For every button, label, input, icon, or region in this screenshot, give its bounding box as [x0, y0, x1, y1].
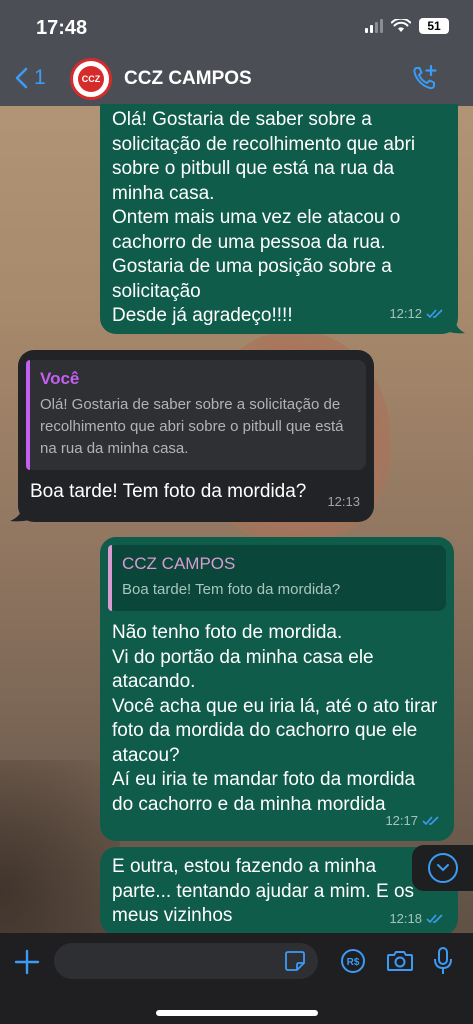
- home-indicator: [156, 1010, 318, 1016]
- chevron-down-icon: [427, 853, 458, 883]
- microphone-icon[interactable]: [432, 946, 454, 976]
- message-text: Gostaria de uma posição sobre a: [112, 256, 392, 277]
- read-ticks-icon: [426, 309, 443, 319]
- bubble-tail: [449, 318, 465, 334]
- message-text: solicitação: [112, 280, 201, 302]
- message-bubble-outgoing[interactable]: E outra, estou fazendo a minha parte... …: [100, 847, 458, 935]
- bubble-tail: [10, 506, 30, 522]
- message-meta: 12:12: [389, 302, 444, 327]
- camera-icon[interactable]: [386, 949, 414, 973]
- message-text: atacando.: [112, 671, 196, 692]
- message-text: E outra, estou fazendo a minha: [112, 856, 377, 877]
- battery-icon: 51: [419, 18, 449, 34]
- status-time: 17:48: [36, 17, 88, 39]
- contact-name[interactable]: CCZ CAMPOS: [124, 68, 252, 90]
- quote-text: na rua da minha casa.: [40, 440, 189, 457]
- sticker-icon[interactable]: [284, 950, 306, 972]
- message-bubble-incoming[interactable]: Você Olá! Gostaria de saber sobre a soli…: [18, 350, 374, 522]
- plus-icon[interactable]: [14, 949, 40, 975]
- quoted-message[interactable]: CCZ CAMPOS Boa tarde! Tem foto da mordid…: [108, 545, 446, 611]
- message-bubble-outgoing[interactable]: Olá! Gostaria de saber sobre a solicitaç…: [100, 104, 458, 334]
- message-text: minha casa.: [112, 182, 215, 204]
- message-meta: 12:17: [385, 809, 440, 834]
- quote-text: recolhimento que abri sobre o pitbull qu…: [40, 418, 344, 435]
- read-ticks-icon: [422, 816, 439, 826]
- unread-count: 1: [34, 66, 46, 89]
- message-text: Ontem mais uma vez ele atacou o: [112, 207, 401, 228]
- message-text: Olá! Gostaria de saber sobre a: [112, 109, 372, 130]
- quote-text: Boa tarde! Tem foto da mordida?: [122, 581, 341, 598]
- message-meta: 12:13: [327, 490, 360, 515]
- read-ticks-icon: [426, 914, 443, 924]
- signal-icon: [365, 19, 383, 33]
- message-text: foto da mordida do cachorro que ele: [112, 720, 418, 741]
- avatar-logo: CCZ: [78, 66, 104, 92]
- message-text: Boa tarde! Tem foto da mordida?: [30, 481, 307, 502]
- message-input[interactable]: [54, 943, 318, 979]
- quote-author: CCZ CAMPOS: [122, 554, 236, 573]
- message-text: atacou?: [112, 744, 180, 766]
- wifi-icon: [391, 19, 411, 32]
- message-text: Você acha que eu iria lá, até o ato tira…: [112, 695, 438, 717]
- payment-icon[interactable]: R$: [340, 948, 366, 974]
- message-time: 12:18: [389, 910, 422, 926]
- message-text: solicitação de recolhimento que abri: [112, 133, 416, 155]
- message-time: 12:12: [389, 305, 422, 321]
- scroll-to-bottom-button[interactable]: [412, 845, 473, 891]
- chevron-left-icon: [15, 67, 28, 89]
- message-text: Aí eu iria te mandar foto da mordida: [112, 769, 416, 790]
- message-text: Vi do portão da minha casa ele: [112, 646, 374, 668]
- message-bubble-outgoing[interactable]: CCZ CAMPOS Boa tarde! Tem foto da mordid…: [100, 537, 454, 841]
- message-text: sobre o pitbull que está na rua da: [112, 158, 395, 179]
- composer-bar: R$: [0, 933, 473, 1024]
- message-text: Não tenho foto de mordida.: [112, 622, 343, 643]
- quote-author: Você: [40, 369, 80, 388]
- chat-header: 17:48 51 1 CCZ CCZ CAMPOS: [0, 0, 473, 106]
- message-meta: 12:18: [389, 907, 444, 932]
- add-call-icon[interactable]: [411, 64, 439, 92]
- avatar[interactable]: CCZ: [70, 58, 112, 100]
- message-time: 12:13: [327, 493, 360, 509]
- quote-text: Olá! Gostaria de saber sobre a solicitaç…: [40, 396, 341, 413]
- message-time: 12:17: [385, 812, 418, 828]
- svg-text:R$: R$: [347, 957, 360, 968]
- message-text: cachorro de uma pessoa da rua.: [112, 231, 386, 253]
- back-button[interactable]: 1: [14, 66, 46, 90]
- status-icons: 51: [365, 18, 449, 34]
- quoted-message[interactable]: Você Olá! Gostaria de saber sobre a soli…: [26, 360, 366, 470]
- message-text: parte... tentando ajudar a mim. E os: [112, 880, 415, 902]
